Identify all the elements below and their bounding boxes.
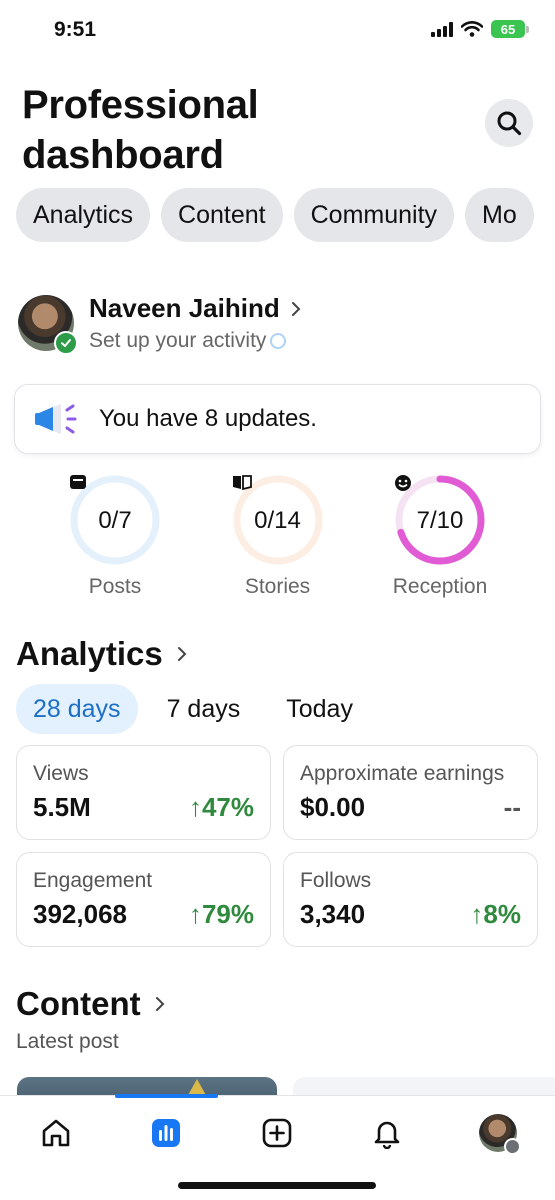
arrow-up-icon: ↑: [188, 792, 202, 822]
nav-profile[interactable]: [475, 1110, 521, 1156]
wifi-icon: [461, 21, 483, 37]
stories-label: Stories: [244, 575, 311, 598]
menu-badge-icon: [504, 1138, 521, 1155]
tab-content[interactable]: Content: [161, 188, 283, 242]
stat-stories[interactable]: 0/14 Stories: [203, 474, 353, 599]
stat-posts[interactable]: 0/7 Posts: [40, 474, 190, 599]
search-icon: [497, 111, 522, 136]
stories-progress-ring: 0/14: [232, 474, 324, 566]
nav-home[interactable]: [33, 1110, 79, 1156]
profile-row[interactable]: Naveen Jaihind Set up your activity: [18, 293, 302, 355]
profile-subtitle: Set up your activity: [89, 329, 267, 352]
profile-name-row: Naveen Jaihind: [89, 293, 302, 324]
analytics-heading[interactable]: Analytics: [16, 635, 187, 673]
status-bar: 9:51 65: [0, 0, 555, 62]
tab-community[interactable]: Community: [293, 188, 455, 242]
battery-level: 65: [491, 20, 525, 38]
views-card[interactable]: Views 5.5M ↑47%: [16, 745, 271, 840]
content-title: Content: [16, 985, 141, 1022]
search-button[interactable]: [485, 99, 533, 147]
arrow-up-icon: ↑: [188, 899, 202, 929]
profile-text: Naveen Jaihind Set up your activity: [89, 293, 302, 353]
follows-value: 3,340: [300, 899, 366, 929]
engagement-label: Engagement: [33, 869, 153, 892]
section-tabs: Analytics Content Community Mo: [16, 188, 534, 242]
profile-subtitle-row: Set up your activity: [89, 329, 302, 353]
avatar: [479, 1114, 521, 1155]
views-label: Views: [33, 762, 89, 785]
content-heading[interactable]: Content: [16, 985, 165, 1023]
chevron-right-icon: [177, 647, 187, 661]
engagement-card[interactable]: Engagement 392,068 ↑79%: [16, 852, 271, 947]
home-icon: [42, 1119, 70, 1147]
earnings-card[interactable]: Approximate earnings $0.00 --: [283, 745, 538, 840]
reception-value: 7/10: [416, 507, 464, 534]
chevron-right-icon: [291, 301, 301, 316]
megaphone-icon: [35, 404, 77, 434]
range-today[interactable]: Today: [269, 684, 370, 734]
earnings-value: $0.00: [300, 792, 366, 822]
range-28-days[interactable]: 28 days: [16, 684, 138, 734]
profile-name: Naveen Jaihind: [89, 293, 280, 323]
range-tabs: 28 days 7 days Today: [16, 684, 382, 734]
updates-text: You have 8 updates.: [99, 405, 317, 432]
bell-icon: [374, 1121, 400, 1149]
arrow-up-icon: ↑: [470, 899, 484, 929]
nav-active-indicator: [115, 1094, 218, 1098]
stat-reception[interactable]: 7/10 Reception: [365, 474, 515, 599]
tab-analytics[interactable]: Analytics: [16, 188, 151, 242]
stories-icon: [232, 475, 252, 490]
engagement-value: 392,068: [33, 899, 127, 929]
views-value: 5.5M: [33, 792, 91, 822]
follows-card[interactable]: Follows 3,340 ↑8%: [283, 852, 538, 947]
analytics-cards: Views 5.5M ↑47% Approximate earnings $0.…: [16, 745, 538, 947]
follows-delta: ↑8%: [470, 899, 521, 929]
stories-value: 0/14: [254, 507, 301, 534]
tab-more[interactable]: Mo: [465, 188, 534, 242]
dashboard-icon: [152, 1119, 180, 1147]
updates-banner[interactable]: You have 8 updates.: [14, 384, 541, 454]
cellular-signal-icon: [431, 21, 453, 37]
smile-icon: [395, 475, 411, 491]
status-icons: 65: [431, 20, 529, 38]
nav-notifications[interactable]: [364, 1110, 410, 1156]
posts-value: 0/7: [98, 507, 132, 534]
reception-label: Reception: [392, 575, 488, 598]
latest-post-label: Latest post: [16, 1030, 119, 1053]
home-indicator: [178, 1182, 376, 1189]
engagement-delta: ↑79%: [188, 899, 254, 929]
views-delta: ↑47%: [188, 792, 254, 822]
posts-progress-ring: 0/7: [69, 474, 161, 566]
analytics-title: Analytics: [16, 635, 163, 672]
add-icon: [262, 1118, 292, 1148]
nav-create[interactable]: [254, 1110, 300, 1156]
follows-label: Follows: [300, 869, 372, 892]
earnings-label: Approximate earnings: [300, 762, 505, 785]
activity-progress-icon: [270, 333, 287, 349]
posts-icon: [70, 475, 86, 489]
status-time: 9:51: [54, 18, 97, 41]
page-title: Professional dashboard: [22, 83, 259, 177]
range-7-days[interactable]: 7 days: [150, 684, 258, 734]
earnings-delta: --: [503, 792, 521, 822]
nav-dashboard[interactable]: [143, 1110, 189, 1156]
battery-icon: 65: [491, 20, 529, 38]
verified-check-icon: [54, 331, 78, 355]
posts-label: Posts: [88, 575, 142, 598]
reception-progress-ring: 7/10: [394, 474, 486, 566]
stats-row: 0/7 Posts 0/14 Stories 7/10 Reception: [40, 474, 515, 599]
chevron-right-icon: [155, 997, 165, 1011]
avatar: [18, 295, 78, 355]
